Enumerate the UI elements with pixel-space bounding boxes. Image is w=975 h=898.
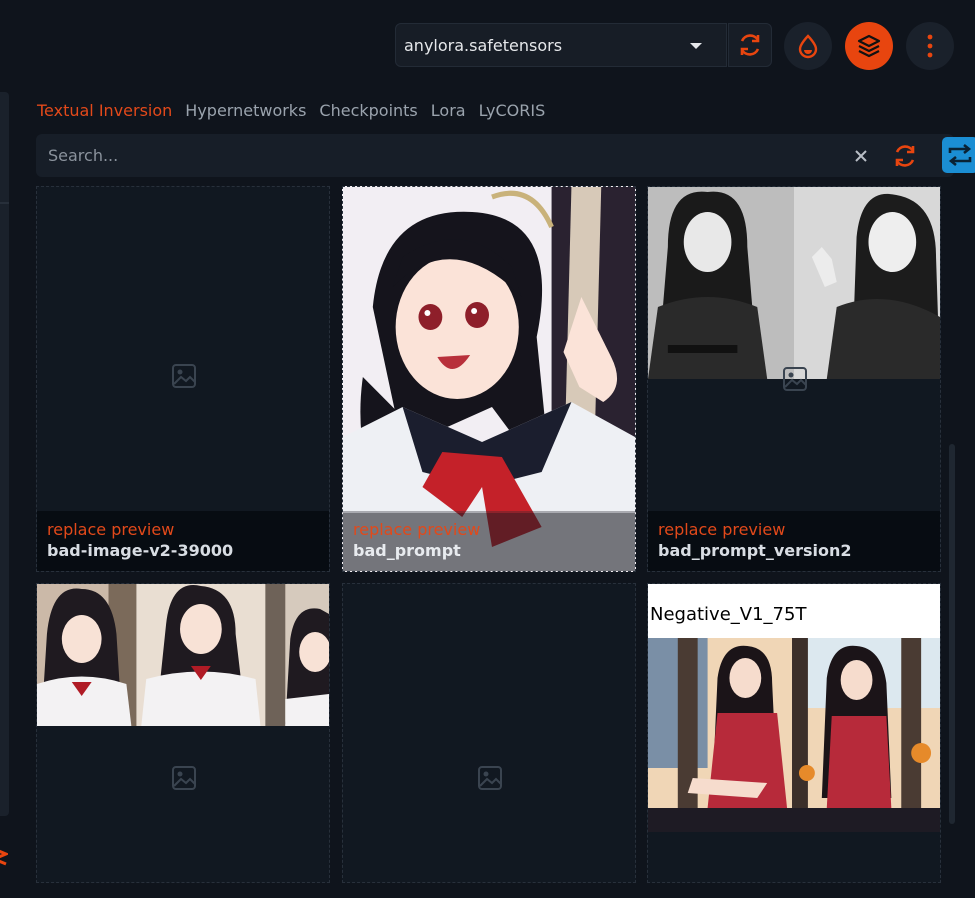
more-options-button[interactable]	[906, 22, 954, 70]
preview-caption-bar: Negative_V1_75T	[648, 584, 940, 638]
refresh-icon	[895, 145, 915, 167]
image-placeholder-icon	[172, 364, 196, 388]
refresh-icon	[740, 34, 760, 56]
search-input[interactable]	[36, 134, 806, 177]
preview-caption: Negative_V1_75T	[650, 604, 807, 625]
kimono-girls-preview-image	[648, 638, 940, 832]
card-title: bad-image-v2-39000	[47, 541, 234, 560]
network-card[interactable]: replace preview bad-image-v2-39000	[36, 186, 330, 572]
layers-button[interactable]	[845, 22, 893, 70]
replace-preview-link[interactable]: replace preview	[658, 520, 930, 540]
refresh-networks-button[interactable]	[889, 140, 921, 172]
search-bar	[36, 134, 975, 177]
network-card[interactable]	[342, 583, 636, 883]
app-logo-icon	[0, 849, 8, 866]
tab-checkpoints[interactable]: Checkpoints	[319, 101, 417, 120]
card-footer: replace preview bad_prompt_version2	[648, 511, 940, 571]
more-vertical-icon	[927, 34, 933, 58]
model-select-value: anylora.safetensors	[404, 35, 563, 55]
network-card[interactable]: replace preview bad_prompt	[342, 186, 636, 572]
image-placeholder-icon	[172, 766, 196, 790]
card-footer: replace preview bad-image-v2-39000	[37, 511, 329, 571]
close-icon	[855, 150, 867, 162]
chevron-down-icon	[690, 43, 702, 49]
schoolgirl-preview-image	[37, 584, 329, 726]
grayscale-preview-image	[648, 187, 940, 379]
tab-hypernetworks[interactable]: Hypernetworks	[185, 101, 306, 120]
replace-preview-link[interactable]: replace preview	[47, 520, 319, 540]
network-card[interactable]	[36, 583, 330, 883]
network-tabs: Textual Inversion Hypernetworks Checkpoi…	[37, 101, 558, 120]
card-title: bad_prompt	[353, 541, 461, 560]
network-card[interactable]: Negative_V1_75T	[647, 583, 941, 883]
model-refresh-button[interactable]	[728, 23, 772, 67]
replace-preview-link[interactable]: replace preview	[353, 520, 625, 540]
sort-toggle-button[interactable]	[942, 137, 975, 173]
left-panel-edge	[0, 92, 9, 816]
extra-networks-panel: anylora.safetensors Textual Inversion Hy…	[0, 0, 975, 898]
image-placeholder-icon	[783, 367, 807, 391]
tab-textual-inversion[interactable]: Textual Inversion	[37, 101, 172, 120]
scrollbar[interactable]	[949, 444, 955, 824]
tab-lycoris[interactable]: LyCORIS	[479, 101, 546, 120]
droplet-icon	[798, 34, 818, 59]
network-card[interactable]: replace preview bad_prompt_version2	[647, 186, 941, 572]
left-panel-divider	[0, 202, 9, 204]
tab-lora[interactable]: Lora	[431, 101, 466, 120]
image-placeholder-icon	[478, 766, 502, 790]
layers-icon	[857, 34, 881, 58]
droplet-button[interactable]	[784, 22, 832, 70]
clear-search-button[interactable]	[849, 144, 873, 168]
card-title: bad_prompt_version2	[658, 541, 852, 560]
model-select[interactable]: anylora.safetensors	[395, 23, 727, 67]
swap-arrows-icon	[948, 143, 972, 167]
card-footer: replace preview bad_prompt	[343, 511, 635, 571]
